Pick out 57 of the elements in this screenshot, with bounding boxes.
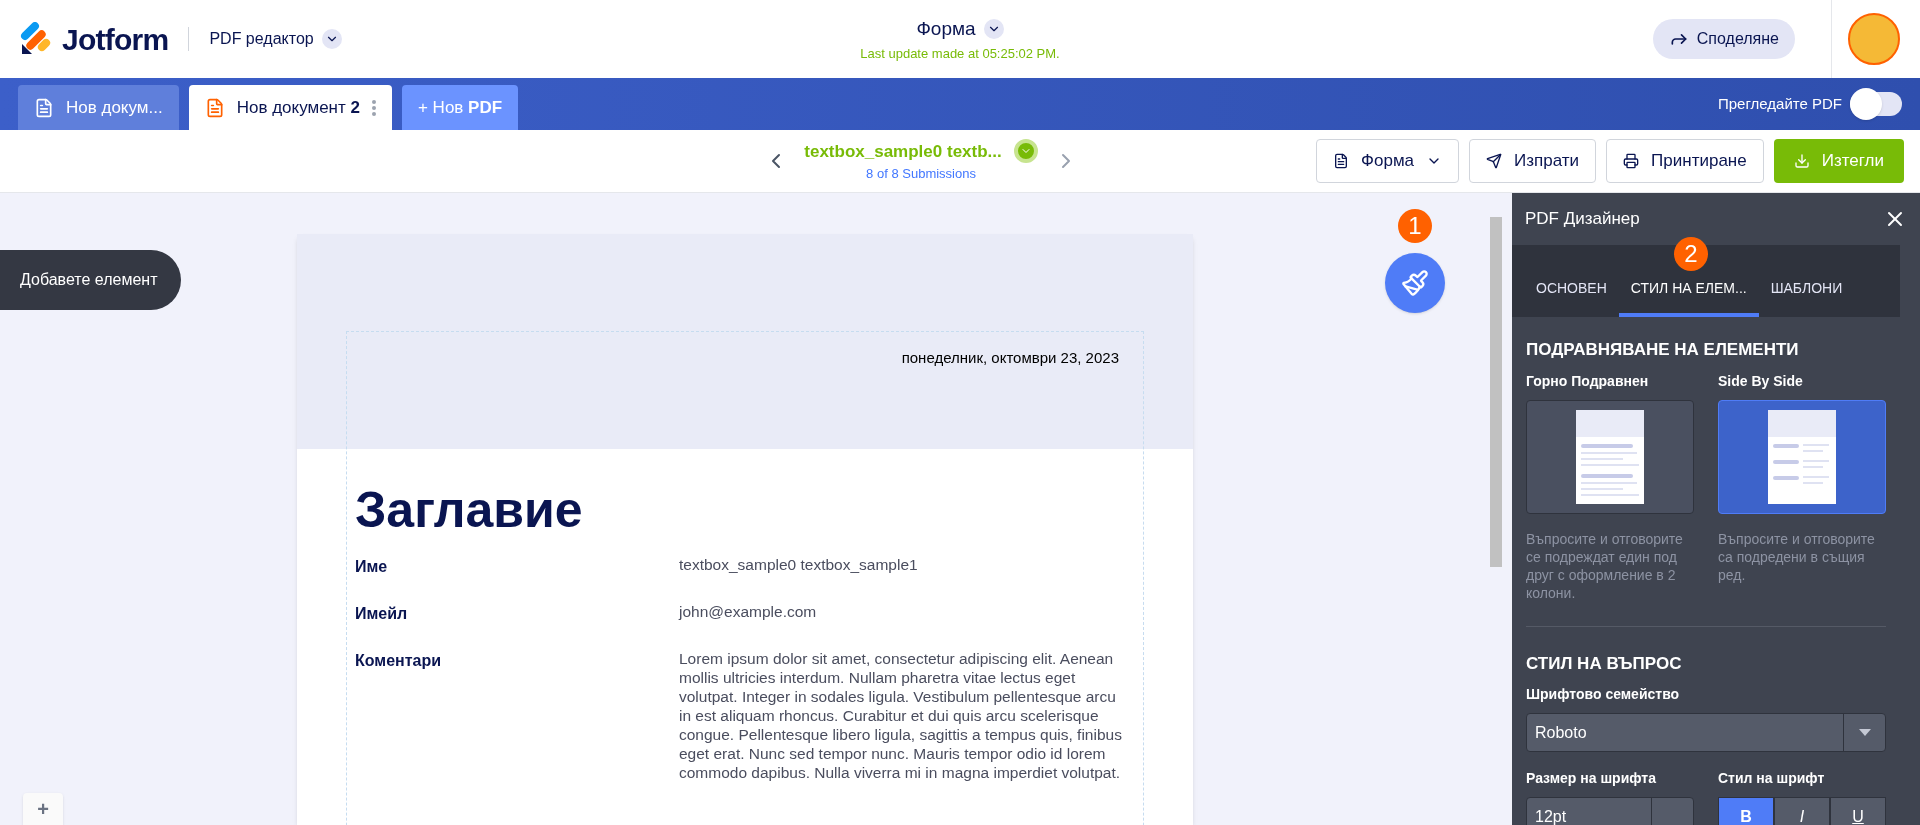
- form-menu-button[interactable]: Форма: [1316, 139, 1460, 183]
- option-description: Въпросите и отговорите се подреждат един под друг с оформление в 2 колони.: [1526, 529, 1684, 602]
- tour-step-badge: 2: [1674, 237, 1708, 271]
- font-style-button[interactable]: I: [1774, 797, 1830, 825]
- field-label: Размер на шрифта: [1526, 769, 1657, 788]
- preview-label: Прегледайте PDF: [1717, 93, 1842, 114]
- avatar[interactable]: [1848, 13, 1900, 65]
- document-icon: [1333, 153, 1350, 169]
- download-icon: [1793, 153, 1810, 169]
- section-title: ПОДРАВНЯВАНЕ НА ЕЛЕМЕНТИ: [1526, 339, 1800, 361]
- field-value: john@example.com: [679, 601, 818, 622]
- document-tab[interactable]: Нов документ 2: [188, 85, 392, 130]
- field-label: Коментари: [355, 650, 443, 671]
- dropdown-icon: [1858, 729, 1871, 736]
- chevron-icon: [983, 19, 1004, 40]
- panel-tab[interactable]: ШАБЛОНИ: [1758, 263, 1855, 317]
- more-icon: [371, 99, 376, 116]
- chevron-icon: [321, 29, 342, 49]
- product-menu[interactable]: PDF редактор: [209, 27, 342, 51]
- style-brush-button[interactable]: [1385, 253, 1445, 313]
- send-button[interactable]: Изпрати: [1469, 139, 1597, 183]
- panel-title: PDF Дизайнер: [1525, 208, 1640, 231]
- tour-step-badge: 1: [1398, 209, 1432, 243]
- zoom-in-button[interactable]: +: [23, 793, 63, 825]
- document-icon: [34, 97, 54, 118]
- print-button[interactable]: Принтиране: [1606, 139, 1764, 183]
- document-heading: Заглавие: [355, 484, 584, 535]
- option-description: Въпросите и отговорите са подредени в същия ред.: [1718, 529, 1876, 584]
- send-icon: [1486, 153, 1503, 169]
- submission-title: textbox_sample0 textb...: [804, 140, 1002, 163]
- font-size-select[interactable]: 12pt: [1526, 797, 1694, 825]
- share-button[interactable]: Споделяне: [1652, 19, 1795, 59]
- panel-tab[interactable]: ОСНОВЕН: [1524, 263, 1619, 317]
- field-label: Стил на шрифт: [1718, 769, 1826, 788]
- document-tab[interactable]: Нов докум...: [18, 85, 179, 130]
- layout-option[interactable]: [1718, 399, 1886, 514]
- font-style-button[interactable]: B: [1718, 797, 1774, 825]
- layout-option[interactable]: [1526, 399, 1694, 514]
- section-title: СТИЛ НА ВЪПРОС: [1526, 652, 1683, 675]
- logo-text: Jotform: [62, 21, 169, 58]
- font-style-button[interactable]: U: [1830, 797, 1886, 825]
- field-value: textbox_sample0 textbox_sample1: [679, 554, 919, 575]
- field-label: Имейл: [355, 603, 409, 624]
- panel-tab[interactable]: СТИЛ НА ЕЛЕМ...: [1618, 263, 1759, 317]
- option-label: Side By Side: [1718, 371, 1804, 391]
- field-value: Lorem ipsum dolor sit amet, consectetur adipiscing elit. Aenean mollis ultricies interdum. Nullam pharetra vitae lectus eget volutpat. Integer in sodales ligula. Vestibulum pellentesque arcu in est aliquam rhoncus. Curabitur et dui quis arcu scelerisque congue. Pellentesque libero ligula, sagittis a tempus quis, finibus eget erat. Nunc sed tempor nunc. Mauris tempor odio id lorem commodo dapibus. Nulla viverra mi in magna imperdiet volutpat.: [679, 648, 1123, 782]
- add-element-button[interactable]: Добавете елемент: [0, 250, 182, 310]
- brush-icon: [1401, 269, 1429, 297]
- font-family-select[interactable]: Roboto: [1526, 713, 1886, 752]
- last-update-text: Last update made at 05:25:02 PM.: [860, 44, 1060, 63]
- field-label: Шрифтово семейство: [1526, 685, 1681, 704]
- field-label: Име: [355, 556, 389, 577]
- date-text: понеделник, октомври 23, 2023: [900, 348, 1120, 368]
- option-label: Горно Подравнен: [1526, 371, 1650, 391]
- submission-count: 8 of 8 Submissions: [866, 165, 976, 183]
- form-title-menu[interactable]: Форма: [916, 15, 1004, 44]
- printer-icon: [1623, 153, 1640, 169]
